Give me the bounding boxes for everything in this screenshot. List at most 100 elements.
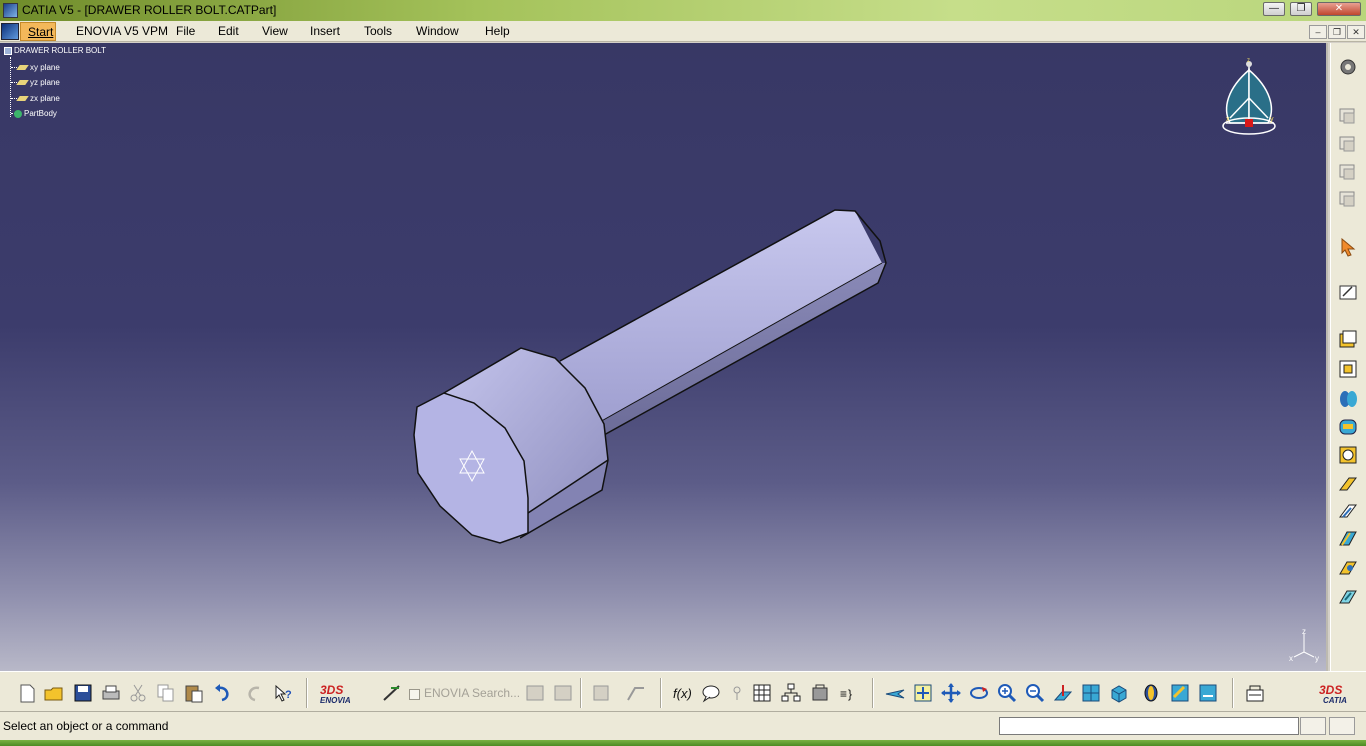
close-button[interactable]: ✕ <box>1317 2 1361 16</box>
svg-text:y: y <box>1315 654 1319 663</box>
enovia-tree-icon[interactable] <box>524 682 546 704</box>
settings-icon[interactable] <box>1337 56 1359 78</box>
window-title: CATIA V5 - [DRAWER ROLLER BOLT.CATPart] <box>22 3 277 17</box>
menu-edit[interactable]: Edit <box>218 24 239 38</box>
bottom-toolbar: ? 3DS ENOVIA ENOVIA Search... f(x) ≡} 3DS… <box>0 671 1366 712</box>
shaft-feature-icon[interactable] <box>1337 388 1359 410</box>
enovia-save-icon[interactable] <box>552 682 574 704</box>
shaft-icon[interactable] <box>1337 188 1359 210</box>
doc-close-button[interactable]: ✕ <box>1347 25 1365 39</box>
comment-icon[interactable] <box>700 682 722 704</box>
status-bar: Select an object or a command <box>0 712 1366 740</box>
command-input[interactable] <box>999 717 1299 735</box>
formula-icon[interactable]: f(x) <box>672 682 694 704</box>
publication-icon[interactable] <box>726 682 748 704</box>
compass-x-label: x <box>1226 116 1230 123</box>
multi-view-icon[interactable] <box>1080 682 1102 704</box>
new-icon[interactable] <box>16 682 38 704</box>
menu-view[interactable]: View <box>262 24 288 38</box>
slot-icon[interactable] <box>1337 500 1359 522</box>
svg-text:z: z <box>1302 627 1306 636</box>
swap-visible-space-icon[interactable] <box>1197 682 1219 704</box>
paste-icon[interactable] <box>183 682 205 704</box>
os-taskbar <box>0 740 1366 746</box>
enovia-search-input[interactable]: ENOVIA Search... <box>424 686 534 702</box>
svg-text:ENOVIA: ENOVIA <box>320 696 351 704</box>
catia-app-icon[interactable] <box>3 3 18 18</box>
save-icon[interactable] <box>72 682 94 704</box>
macro-icon[interactable]: ≡} <box>838 682 860 704</box>
menu-enovia-v5-vpm[interactable]: ENOVIA V5 VPM <box>76 24 168 38</box>
pad-icon[interactable] <box>1337 133 1359 155</box>
open-icon[interactable] <box>43 682 65 704</box>
whats-this-icon[interactable]: ? <box>272 682 294 704</box>
menu-bar: Start ENOVIA V5 VPM File Edit View Inser… <box>0 21 1366 42</box>
part-model[interactable] <box>0 43 1328 671</box>
zoom-in-icon[interactable] <box>996 682 1018 704</box>
svg-text:3DS: 3DS <box>320 683 343 697</box>
pan-icon[interactable] <box>940 682 962 704</box>
compass-y-label: y <box>1270 116 1274 123</box>
svg-text:≡: ≡ <box>840 687 847 701</box>
workbench-icon[interactable] <box>625 682 647 704</box>
rib-icon[interactable] <box>1337 473 1359 495</box>
render-style-icon[interactable] <box>1244 682 1266 704</box>
print-icon[interactable] <box>100 682 122 704</box>
table-icon[interactable] <box>751 682 773 704</box>
restore-button[interactable]: ❐ <box>1290 2 1312 16</box>
axis-triad: z x y <box>1289 627 1319 663</box>
command-list-button[interactable] <box>1300 717 1326 735</box>
svg-text:CATIA: CATIA <box>1323 696 1347 704</box>
stiffener-icon[interactable] <box>1337 527 1359 549</box>
svg-text:x: x <box>1289 654 1293 663</box>
svg-text:f(x): f(x) <box>673 686 692 701</box>
shading-icon[interactable] <box>1140 682 1162 704</box>
fit-all-icon[interactable] <box>912 682 934 704</box>
pocket-icon[interactable] <box>1337 161 1359 183</box>
hide-show-icon[interactable] <box>1169 682 1191 704</box>
enovia-logo-icon[interactable]: 3DSENOVIA <box>318 682 370 704</box>
rotate-icon[interactable] <box>968 682 990 704</box>
compass-widget[interactable]: x y z <box>1218 58 1282 143</box>
sketcher-icon[interactable] <box>1337 105 1359 127</box>
catia-logo-icon[interactable]: 3DSCATIA <box>1313 682 1361 704</box>
enovia-checkbox-icon[interactable] <box>409 689 420 700</box>
title-bar: CATIA V5 - [DRAWER ROLLER BOLT.CATPart] … <box>0 0 1366 21</box>
select-icon[interactable] <box>1337 236 1359 258</box>
pocket-feature-icon[interactable] <box>1337 358 1359 380</box>
pad-feature-icon[interactable] <box>1337 328 1359 350</box>
fly-icon[interactable] <box>884 682 906 704</box>
menu-help[interactable]: Help <box>485 24 510 38</box>
sketch-edit-icon[interactable] <box>1337 281 1359 303</box>
3d-viewport[interactable]: DRAWER ROLLER BOLT xy plane yz plane zx … <box>0 43 1328 671</box>
fillet-icon[interactable] <box>1337 586 1359 608</box>
redo-icon[interactable] <box>243 682 265 704</box>
copy-icon[interactable] <box>155 682 177 704</box>
library-icon[interactable] <box>809 682 831 704</box>
tree-icon[interactable] <box>780 682 802 704</box>
right-toolbar <box>1330 43 1366 671</box>
cut-icon[interactable] <box>127 682 149 704</box>
multi-section-solid-icon[interactable] <box>1337 557 1359 579</box>
enovia-tool-icon[interactable] <box>381 682 403 704</box>
document-icon[interactable] <box>1 23 19 40</box>
undo-icon[interactable] <box>212 682 234 704</box>
svg-text:}: } <box>848 687 852 701</box>
menu-insert[interactable]: Insert <box>310 24 340 38</box>
svg-text:?: ? <box>285 689 292 701</box>
menu-file[interactable]: File <box>176 24 195 38</box>
iso-view-icon[interactable] <box>1108 682 1130 704</box>
doc-minimize-button[interactable]: – <box>1309 25 1327 39</box>
menu-start[interactable]: Start <box>20 22 56 41</box>
shaft-top-face <box>560 210 882 423</box>
hole-icon[interactable] <box>1337 444 1359 466</box>
normal-view-icon[interactable] <box>1052 682 1074 704</box>
command-stop-button[interactable] <box>1329 717 1355 735</box>
menu-tools[interactable]: Tools <box>364 24 392 38</box>
menu-window[interactable]: Window <box>416 24 459 38</box>
groove-icon[interactable] <box>1337 416 1359 438</box>
workbench-swap-icon[interactable] <box>590 682 612 704</box>
minimize-button[interactable]: — <box>1263 2 1285 16</box>
doc-restore-button[interactable]: ❐ <box>1328 25 1346 39</box>
zoom-out-icon[interactable] <box>1024 682 1046 704</box>
